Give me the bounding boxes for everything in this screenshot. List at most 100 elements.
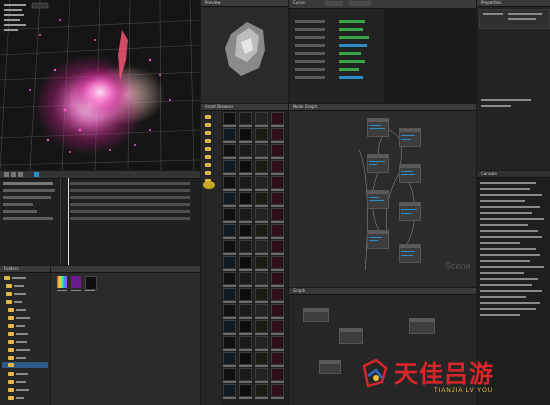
asset-thumbnail[interactable]: [255, 176, 268, 189]
curve-graph-area[interactable]: [384, 8, 476, 103]
content-browser-panel[interactable]: [51, 266, 200, 405]
viewport-scene[interactable]: [0, 0, 200, 170]
asset-thumbnail[interactable]: [223, 384, 236, 397]
asset-thumbnail[interactable]: [223, 240, 236, 253]
viewport-panel[interactable]: [0, 0, 200, 170]
asset-thumbnail[interactable]: [239, 208, 252, 221]
asset-thumbnail[interactable]: [223, 160, 236, 173]
asset-thumbnail[interactable]: [239, 352, 252, 365]
asset-thumbnail[interactable]: [239, 240, 252, 253]
asset-thumbnail[interactable]: [271, 384, 284, 397]
asset-thumbnail[interactable]: [223, 112, 236, 125]
asset-thumbnail[interactable]: [223, 320, 236, 333]
asset-thumbnail[interactable]: [255, 288, 268, 301]
asset-thumbnail[interactable]: [223, 224, 236, 237]
asset-thumbnail[interactable]: [255, 208, 268, 221]
node-graph-panel[interactable]: Node Graph Scene: [289, 104, 476, 287]
content-thumb-2[interactable]: [71, 276, 81, 288]
timeline-panel[interactable]: [0, 171, 200, 265]
asset-thumbnail[interactable]: [223, 368, 236, 381]
asset-thumbnail[interactable]: [271, 208, 284, 221]
asset-thumbnail[interactable]: [255, 128, 268, 141]
node-output[interactable]: [399, 244, 421, 263]
asset-thumbnail[interactable]: [239, 112, 252, 125]
asset-thumbnail[interactable]: [255, 256, 268, 269]
asset-browser-panel[interactable]: Asset Browser: [201, 104, 288, 405]
asset-thumbnail[interactable]: [223, 256, 236, 269]
asset-thumbnail[interactable]: [239, 160, 252, 173]
asset-thumbnail[interactable]: [255, 384, 268, 397]
asset-thumbnail[interactable]: [223, 192, 236, 205]
asset-thumbnail[interactable]: [223, 272, 236, 285]
asset-thumbnail[interactable]: [271, 320, 284, 333]
asset-thumbnail[interactable]: [239, 384, 252, 397]
folder-tree-panel[interactable]: Folders: [0, 266, 50, 405]
asset-thumbnail[interactable]: [223, 144, 236, 157]
bottom-node-3[interactable]: [319, 360, 341, 374]
asset-thumbnail[interactable]: [223, 336, 236, 349]
asset-thumbnail[interactable]: [223, 208, 236, 221]
asset-thumbnail[interactable]: [271, 176, 284, 189]
asset-thumbnail[interactable]: [271, 192, 284, 205]
curve-editor-panel[interactable]: Curve: [289, 0, 476, 103]
asset-thumbnail[interactable]: [223, 304, 236, 317]
asset-thumbnail[interactable]: [271, 224, 284, 237]
asset-thumbnail[interactable]: [255, 320, 268, 333]
asset-thumbnail[interactable]: [255, 352, 268, 365]
asset-thumbnail[interactable]: [223, 128, 236, 141]
asset-thumbnail[interactable]: [271, 144, 284, 157]
asset-thumbnail[interactable]: [239, 224, 252, 237]
asset-thumbnail[interactable]: [255, 272, 268, 285]
asset-grid[interactable]: [223, 112, 286, 405]
node-render[interactable]: [367, 230, 389, 249]
node-emitter[interactable]: [367, 118, 389, 137]
asset-thumbnail[interactable]: [239, 272, 252, 285]
node-velocity[interactable]: [367, 154, 389, 173]
play-button[interactable]: [4, 172, 9, 177]
asset-thumbnail[interactable]: [255, 160, 268, 173]
asset-thumbnail[interactable]: [271, 272, 284, 285]
asset-thumbnail[interactable]: [255, 224, 268, 237]
asset-thumbnail[interactable]: [239, 368, 252, 381]
asset-thumbnail[interactable]: [271, 368, 284, 381]
asset-thumbnail[interactable]: [255, 144, 268, 157]
content-thumb-3[interactable]: [85, 276, 97, 290]
bottom-node-4[interactable]: [409, 318, 435, 334]
asset-thumbnail[interactable]: [255, 192, 268, 205]
preview-panel[interactable]: Preview: [201, 0, 288, 103]
favorite-icon[interactable]: [203, 181, 215, 189]
asset-thumbnail[interactable]: [255, 304, 268, 317]
asset-thumbnail[interactable]: [239, 128, 252, 141]
asset-thumbnail[interactable]: [255, 368, 268, 381]
asset-thumbnail[interactable]: [239, 336, 252, 349]
asset-thumbnail[interactable]: [271, 256, 284, 269]
asset-thumbnail[interactable]: [271, 304, 284, 317]
asset-thumbnail[interactable]: [239, 192, 252, 205]
asset-thumbnail[interactable]: [223, 352, 236, 365]
node-size[interactable]: [367, 190, 389, 209]
asset-thumbnail[interactable]: [239, 176, 252, 189]
node-spawn[interactable]: [399, 128, 421, 147]
asset-thumbnail[interactable]: [239, 256, 252, 269]
asset-thumbnail[interactable]: [255, 240, 268, 253]
node-color[interactable]: [399, 164, 421, 183]
asset-thumbnail[interactable]: [271, 112, 284, 125]
asset-thumbnail[interactable]: [239, 288, 252, 301]
playhead[interactable]: [68, 178, 69, 265]
bottom-node-2[interactable]: [339, 328, 363, 344]
asset-thumbnail[interactable]: [223, 176, 236, 189]
asset-thumbnail[interactable]: [271, 240, 284, 253]
asset-folder-column[interactable]: [201, 111, 221, 405]
node-force[interactable]: [399, 202, 421, 221]
asset-thumbnail[interactable]: [271, 336, 284, 349]
properties-panel[interactable]: Properties: [477, 0, 550, 170]
content-thumb-1[interactable]: [57, 276, 67, 288]
asset-thumbnail[interactable]: [239, 304, 252, 317]
asset-thumbnail[interactable]: [223, 288, 236, 301]
asset-thumbnail[interactable]: [239, 144, 252, 157]
asset-thumbnail[interactable]: [255, 112, 268, 125]
asset-thumbnail[interactable]: [271, 160, 284, 173]
bottom-node-1[interactable]: [303, 308, 329, 322]
loop-button[interactable]: [18, 172, 23, 177]
asset-thumbnail[interactable]: [239, 320, 252, 333]
